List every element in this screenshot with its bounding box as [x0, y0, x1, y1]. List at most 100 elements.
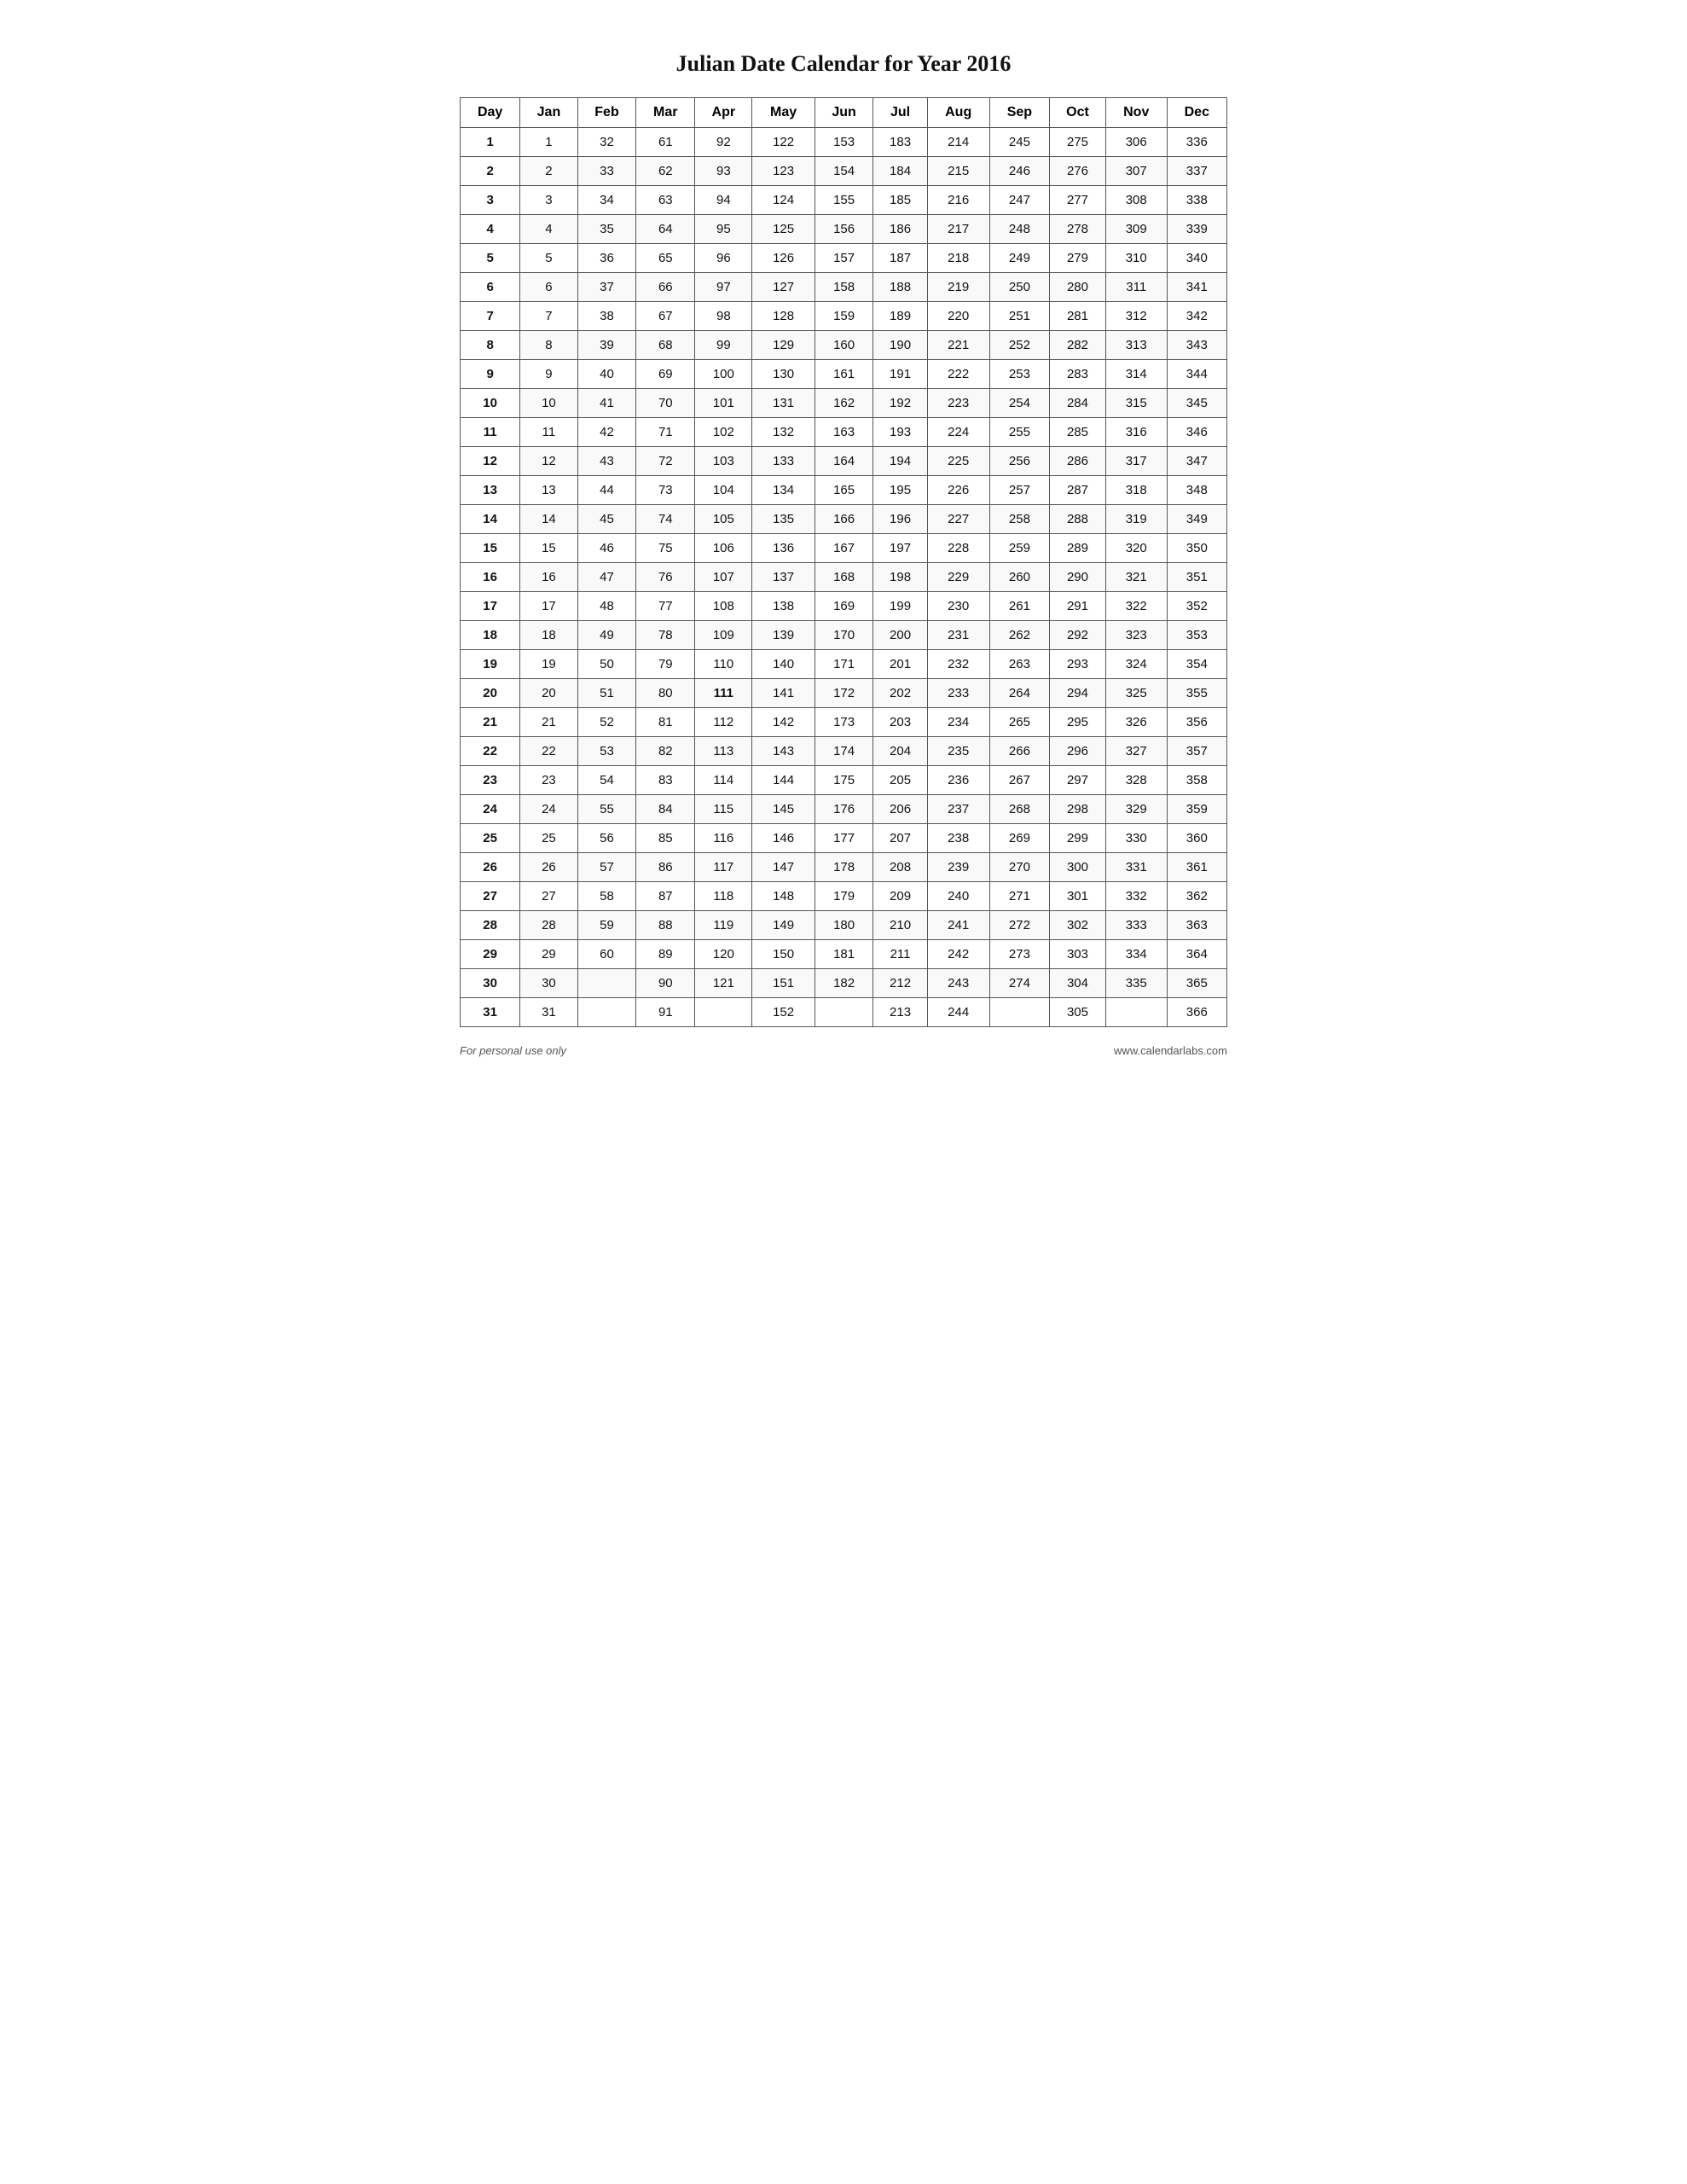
- cell-feb: 33: [577, 157, 636, 186]
- cell-sep: 249: [989, 244, 1049, 273]
- cell-jul: 202: [873, 679, 927, 708]
- col-header-apr: Apr: [695, 98, 752, 128]
- cell-oct: 290: [1050, 563, 1106, 592]
- cell-jun: 179: [815, 882, 873, 911]
- cell-may: 151: [752, 969, 815, 998]
- cell-apr: 116: [695, 824, 752, 853]
- cell-nov: 316: [1105, 418, 1167, 447]
- cell-aug: 236: [927, 766, 989, 795]
- cell-feb: 58: [577, 882, 636, 911]
- cell-feb: 55: [577, 795, 636, 824]
- cell-may: 149: [752, 911, 815, 940]
- cell-sep: 262: [989, 621, 1049, 650]
- cell-dec: 346: [1167, 418, 1226, 447]
- cell-apr: 119: [695, 911, 752, 940]
- cell-feb: 60: [577, 940, 636, 969]
- cell-apr: 120: [695, 940, 752, 969]
- cell-jul: 183: [873, 128, 927, 157]
- cell-nov: 309: [1105, 215, 1167, 244]
- cell-oct: 303: [1050, 940, 1106, 969]
- cell-aug: 241: [927, 911, 989, 940]
- cell-day: 8: [461, 331, 520, 360]
- cell-apr: 104: [695, 476, 752, 505]
- cell-aug: 230: [927, 592, 989, 621]
- cell-feb: 52: [577, 708, 636, 737]
- cell-sep: 247: [989, 186, 1049, 215]
- cell-dec: 362: [1167, 882, 1226, 911]
- cell-apr: 95: [695, 215, 752, 244]
- cell-jan: 18: [520, 621, 577, 650]
- table-row: 10104170101131162192223254284315345: [461, 389, 1227, 418]
- cell-feb: 36: [577, 244, 636, 273]
- cell-aug: 237: [927, 795, 989, 824]
- cell-jun: 171: [815, 650, 873, 679]
- cell-jul: 201: [873, 650, 927, 679]
- cell-apr: 99: [695, 331, 752, 360]
- cell-jan: 10: [520, 389, 577, 418]
- cell-mar: 72: [636, 447, 695, 476]
- cell-day: 28: [461, 911, 520, 940]
- cell-mar: 62: [636, 157, 695, 186]
- cell-jul: 193: [873, 418, 927, 447]
- table-row: 11114271102132163193224255285316346: [461, 418, 1227, 447]
- cell-sep: 253: [989, 360, 1049, 389]
- cell-oct: 285: [1050, 418, 1106, 447]
- cell-jan: 28: [520, 911, 577, 940]
- cell-apr: 106: [695, 534, 752, 563]
- cell-dec: 338: [1167, 186, 1226, 215]
- cell-jul: 189: [873, 302, 927, 331]
- cell-jul: 191: [873, 360, 927, 389]
- cell-day: 16: [461, 563, 520, 592]
- cell-feb: [577, 969, 636, 998]
- cell-jun: 167: [815, 534, 873, 563]
- col-header-mar: Mar: [636, 98, 695, 128]
- cell-apr: 92: [695, 128, 752, 157]
- cell-nov: 326: [1105, 708, 1167, 737]
- cell-may: 145: [752, 795, 815, 824]
- cell-jun: 181: [815, 940, 873, 969]
- cell-dec: 358: [1167, 766, 1226, 795]
- cell-sep: 250: [989, 273, 1049, 302]
- cell-aug: 214: [927, 128, 989, 157]
- table-row: 13134473104134165195226257287318348: [461, 476, 1227, 505]
- cell-may: 142: [752, 708, 815, 737]
- cell-apr: 118: [695, 882, 752, 911]
- col-header-nov: Nov: [1105, 98, 1167, 128]
- cell-oct: 282: [1050, 331, 1106, 360]
- cell-jun: 180: [815, 911, 873, 940]
- cell-may: 127: [752, 273, 815, 302]
- table-row: 11326192122153183214245275306336: [461, 128, 1227, 157]
- cell-nov: 318: [1105, 476, 1167, 505]
- cell-dec: 356: [1167, 708, 1226, 737]
- table-row: 994069100130161191222253283314344: [461, 360, 1227, 389]
- cell-jul: 210: [873, 911, 927, 940]
- cell-apr: 101: [695, 389, 752, 418]
- cell-dec: 359: [1167, 795, 1226, 824]
- cell-sep: 271: [989, 882, 1049, 911]
- cell-nov: 331: [1105, 853, 1167, 882]
- cell-may: 136: [752, 534, 815, 563]
- cell-jun: 177: [815, 824, 873, 853]
- table-row: 16164776107137168198229260290321351: [461, 563, 1227, 592]
- table-row: 22225382113143174204235266296327357: [461, 737, 1227, 766]
- cell-feb: 48: [577, 592, 636, 621]
- cell-dec: 336: [1167, 128, 1226, 157]
- cell-jun: 157: [815, 244, 873, 273]
- cell-sep: 246: [989, 157, 1049, 186]
- cell-nov: 323: [1105, 621, 1167, 650]
- cell-sep: 248: [989, 215, 1049, 244]
- cell-feb: 53: [577, 737, 636, 766]
- cell-jan: 23: [520, 766, 577, 795]
- cell-apr: 111: [695, 679, 752, 708]
- cell-aug: 239: [927, 853, 989, 882]
- cell-jan: 27: [520, 882, 577, 911]
- cell-feb: 39: [577, 331, 636, 360]
- cell-day: 25: [461, 824, 520, 853]
- cell-day: 21: [461, 708, 520, 737]
- cell-sep: 270: [989, 853, 1049, 882]
- cell-jul: 186: [873, 215, 927, 244]
- cell-sep: 252: [989, 331, 1049, 360]
- cell-jun: 163: [815, 418, 873, 447]
- cell-jun: 174: [815, 737, 873, 766]
- cell-nov: 317: [1105, 447, 1167, 476]
